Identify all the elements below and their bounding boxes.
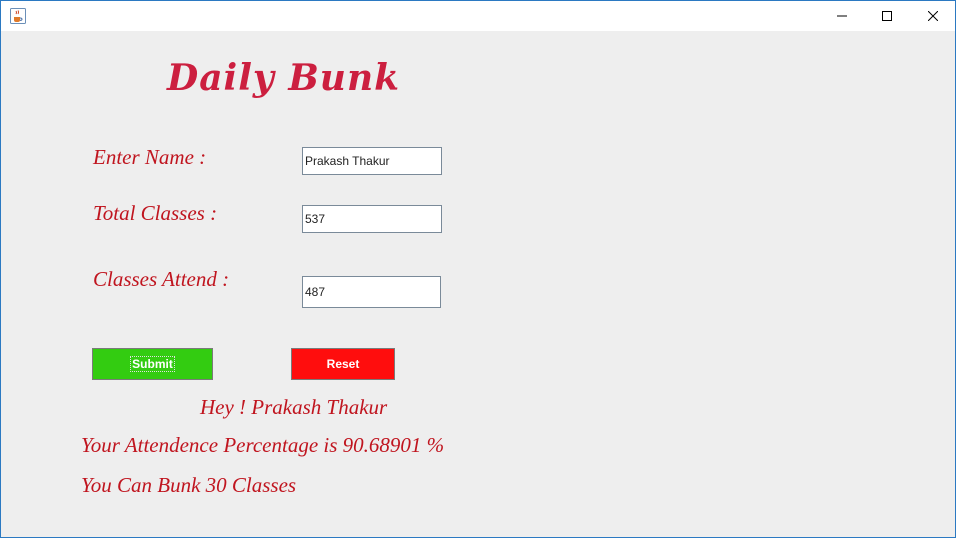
maximize-icon: [882, 11, 892, 21]
submit-button-label: Submit: [130, 356, 175, 372]
total-classes-input[interactable]: [302, 205, 442, 233]
close-button[interactable]: [910, 1, 956, 31]
total-classes-label: Total Classes :: [93, 201, 218, 225]
maximize-button[interactable]: [864, 1, 910, 31]
app-window: Daily Bunk Enter Name : Total Classes : …: [0, 0, 956, 538]
java-coffee-cup-icon[interactable]: [10, 8, 26, 24]
app-title: Daily Bunk: [167, 57, 401, 99]
close-icon: [928, 11, 938, 21]
minimize-button[interactable]: [819, 1, 865, 31]
form-panel: Daily Bunk Enter Name : Total Classes : …: [1, 31, 955, 537]
reset-button[interactable]: Reset: [291, 348, 395, 380]
title-bar[interactable]: [1, 1, 955, 31]
attendance-percentage-message: Your Attendence Percentage is 90.68901 %: [81, 433, 445, 457]
name-label: Enter Name :: [93, 145, 207, 169]
minimize-icon: [837, 15, 847, 17]
reset-button-label: Reset: [326, 357, 360, 371]
name-input[interactable]: [302, 147, 442, 175]
submit-button[interactable]: Submit: [92, 348, 213, 380]
classes-attend-label: Classes Attend :: [93, 267, 230, 291]
bunk-classes-message: You Can Bunk 30 Classes: [81, 473, 297, 497]
greeting-message: Hey ! Prakash Thakur: [200, 395, 388, 419]
classes-attend-input[interactable]: [302, 276, 441, 308]
